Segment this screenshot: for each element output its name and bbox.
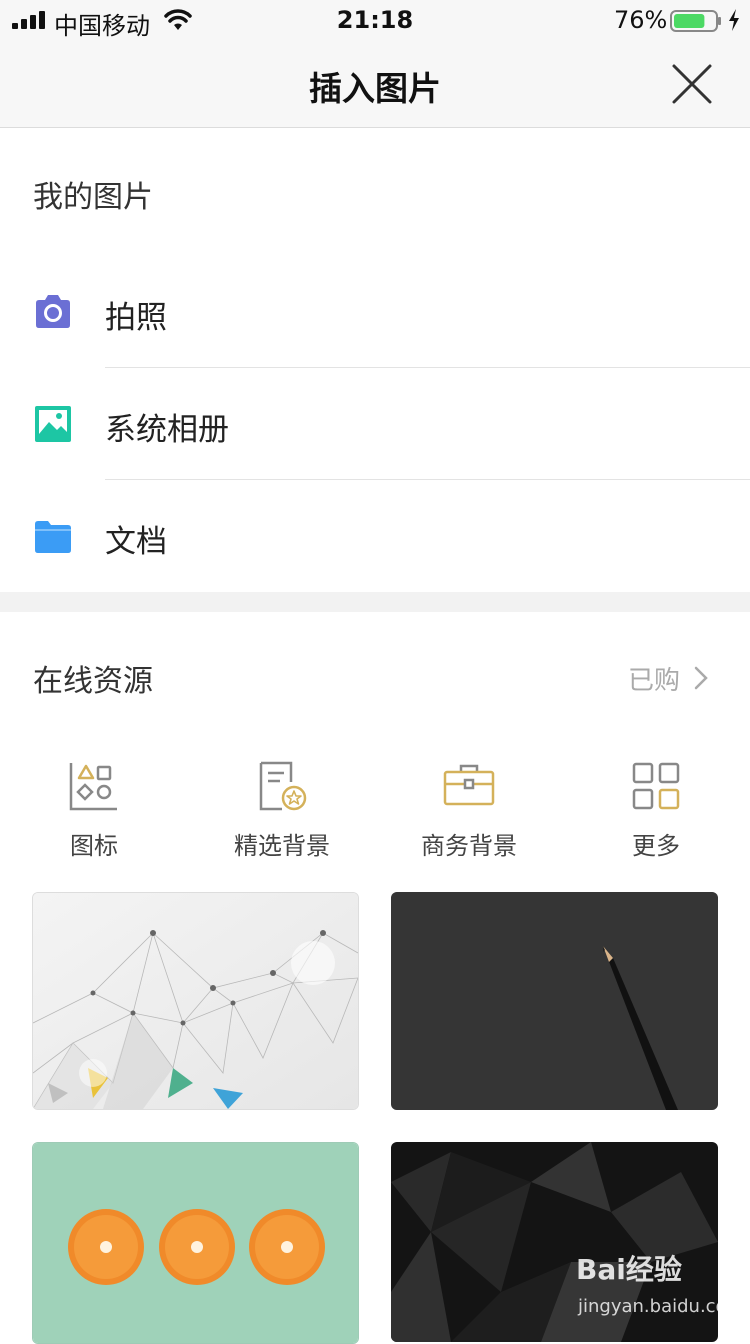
- watermark: Bai经验 jingyan.baidu.com: [576, 1248, 744, 1328]
- battery-percent: 76%: [614, 6, 668, 34]
- shapes-icon: [69, 763, 117, 811]
- category-business-backgrounds[interactable]: 商务背景: [394, 760, 544, 870]
- camera-icon: [36, 295, 70, 328]
- battery-icon: [670, 10, 721, 32]
- status-bar: 中国移动 21:18 76%: [0, 0, 750, 40]
- category-featured-label: 精选背景: [234, 832, 330, 860]
- category-icons[interactable]: 图标: [19, 760, 169, 870]
- system-album-row[interactable]: 系统相册: [0, 368, 750, 480]
- documents-row[interactable]: 文档: [0, 480, 750, 592]
- documents-label: 文档: [105, 524, 167, 560]
- my-pictures-title: 我的图片: [33, 180, 153, 215]
- orange-slices-thumbnail[interactable]: [32, 1142, 359, 1344]
- category-featured-backgrounds[interactable]: 精选背景: [207, 760, 357, 870]
- featured-doc-icon: [259, 761, 307, 811]
- category-more[interactable]: 更多: [581, 760, 731, 870]
- category-icons-label: 图标: [70, 832, 118, 860]
- watermark-brand: Bai经验: [576, 1253, 682, 1286]
- pencil-dark-image: [391, 892, 718, 1110]
- geometric-light-image: [33, 893, 358, 1109]
- section-separator: [0, 592, 750, 612]
- geometric-light-thumbnail[interactable]: [32, 892, 359, 1110]
- pencil-dark-thumbnail[interactable]: [391, 892, 718, 1110]
- online-resources-title: 在线资源: [33, 664, 153, 699]
- take-photo-label: 拍照: [105, 300, 167, 336]
- gallery-icon: [35, 406, 71, 442]
- chevron-right-icon[interactable]: [694, 666, 708, 690]
- folder-icon: [35, 521, 71, 553]
- purchased-link[interactable]: 已购: [628, 660, 680, 697]
- page-title: 插入图片: [309, 69, 441, 108]
- grid-icon: [632, 762, 680, 810]
- charging-bolt-icon: [729, 9, 739, 31]
- category-business-label: 商务背景: [421, 832, 517, 860]
- nav-bar: 插入图片: [0, 40, 750, 128]
- take-photo-row[interactable]: 拍照: [0, 256, 750, 368]
- orange-slices-image: [33, 1143, 358, 1343]
- close-icon[interactable]: [668, 60, 716, 108]
- system-album-label: 系统相册: [105, 412, 229, 448]
- briefcase-icon: [443, 764, 495, 806]
- category-more-label: 更多: [632, 832, 680, 860]
- watermark-url: jingyan.baidu.com: [578, 1296, 745, 1317]
